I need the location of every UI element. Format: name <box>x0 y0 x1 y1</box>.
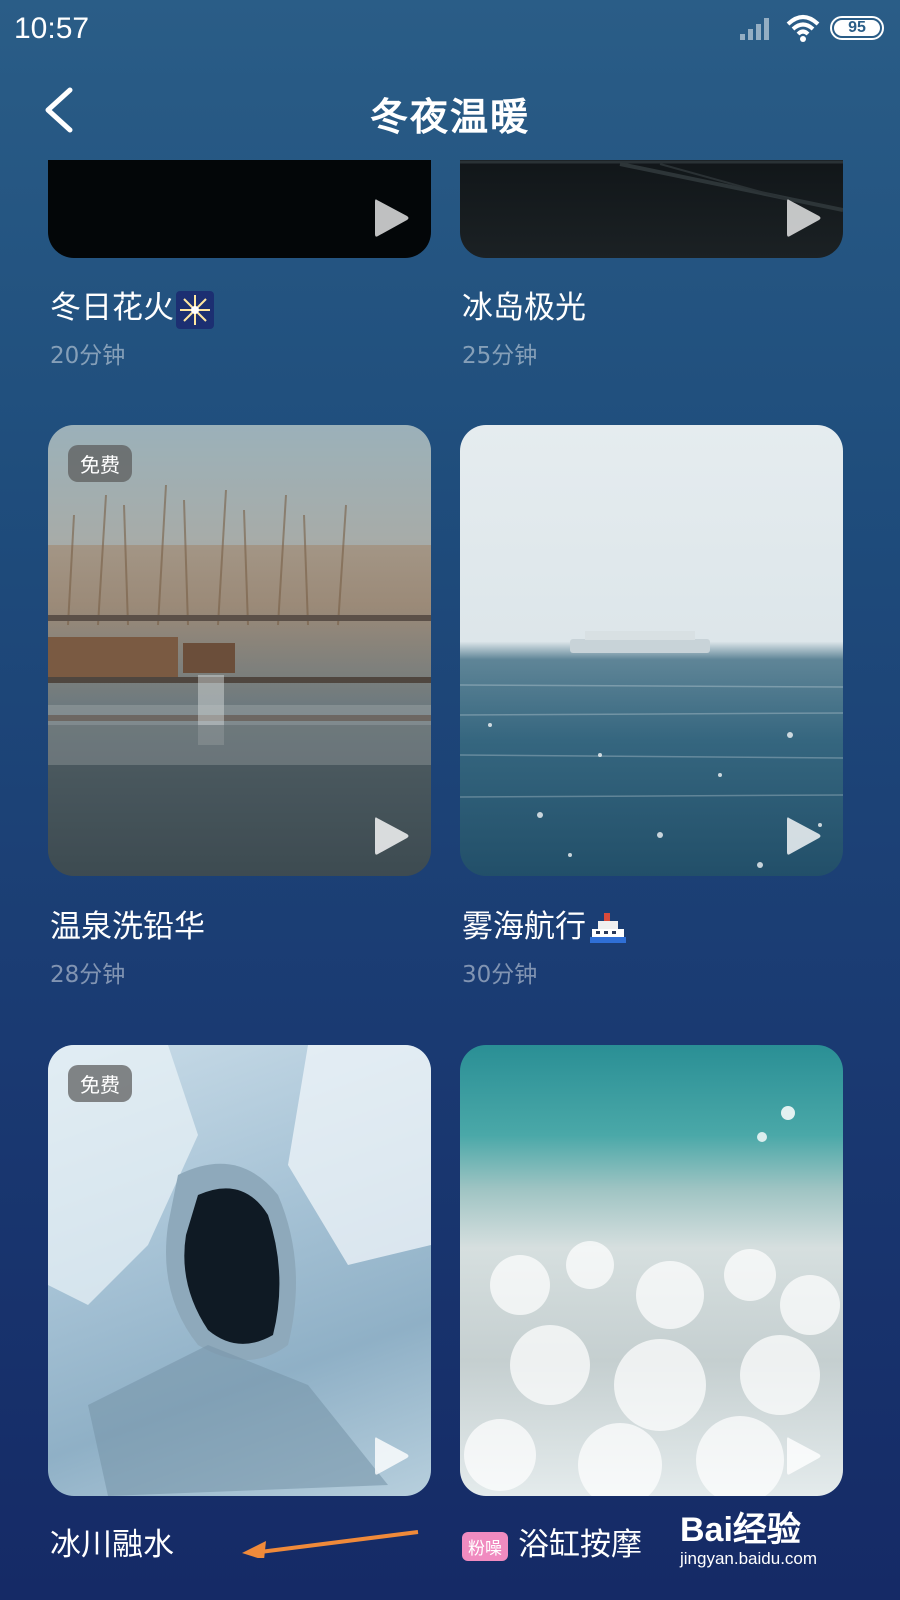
card-duration: 20分钟 <box>50 343 126 369</box>
battery-icon: 95 <box>830 16 884 40</box>
card-title: 冬日花火 <box>50 282 214 329</box>
status-bar: 10:57 95 <box>0 0 900 60</box>
annotation-arrow <box>242 1530 419 1558</box>
pink-noise-tag: 粉噪 <box>462 1532 508 1561</box>
hot-spring-scene <box>48 425 431 876</box>
play-icon[interactable] <box>371 1434 411 1478</box>
watermark-brand: Bai经验 <box>680 1511 801 1549</box>
card-thumbnail[interactable]: 免费 <box>48 425 431 876</box>
glacier-scene <box>48 1045 431 1496</box>
card-duration: 30分钟 <box>462 962 538 988</box>
card-title: 冰川融水 <box>50 1527 174 1563</box>
status-time: 10:57 <box>14 12 90 45</box>
battery-level: 95 <box>834 20 880 36</box>
card-thumbnail[interactable] <box>460 160 843 258</box>
play-icon[interactable] <box>783 814 823 858</box>
sparkler-icon <box>176 290 214 329</box>
play-icon[interactable] <box>371 196 411 240</box>
play-icon[interactable] <box>783 196 823 240</box>
free-badge: 免费 <box>68 1065 132 1102</box>
baidu-watermark: Bai经验 jingyan.baidu.com <box>680 1502 880 1569</box>
card-title: 雾海航行 <box>462 901 628 947</box>
free-badge: 免费 <box>68 445 132 482</box>
sound-card[interactable]: 冬日花火 20分钟 <box>48 160 431 370</box>
card-title: 粉噪 浴缸按摩 <box>462 1519 642 1564</box>
sound-card[interactable]: 雾海航行 30分钟 <box>460 425 843 995</box>
card-duration: 25分钟 <box>462 343 538 369</box>
ship-icon <box>590 912 626 943</box>
signal-icon <box>740 18 769 40</box>
card-thumbnail[interactable]: 免费 <box>48 1045 431 1496</box>
card-thumbnail[interactable] <box>460 1045 843 1496</box>
foam-scene <box>464 1106 840 1496</box>
wifi-icon <box>786 15 820 42</box>
play-icon[interactable] <box>783 1434 823 1478</box>
watermark-url: jingyan.baidu.com <box>680 1549 818 1568</box>
page-title: 冬夜温暖 <box>369 95 530 139</box>
card-title: 温泉洗铅华 <box>50 909 205 945</box>
sound-card[interactable]: 免费 温泉洗铅华 28分钟 <box>48 425 431 995</box>
play-icon[interactable] <box>371 814 411 858</box>
card-thumbnail[interactable] <box>48 160 431 258</box>
sea-scene <box>460 631 843 868</box>
card-title: 冰岛极光 <box>462 290 586 326</box>
card-duration: 28分钟 <box>50 962 126 988</box>
sound-card[interactable]: 冰岛极光 25分钟 <box>460 160 843 370</box>
sound-card[interactable]: 免费 冰川融水 <box>48 1045 431 1600</box>
card-thumbnail[interactable] <box>460 425 843 876</box>
header: 冬夜温暖 <box>0 70 900 150</box>
